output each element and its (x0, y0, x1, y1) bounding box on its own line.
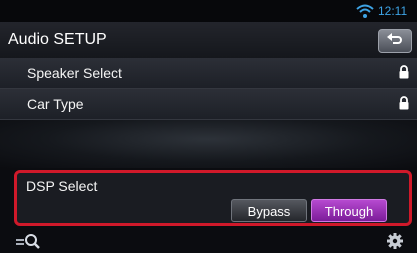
bypass-button[interactable]: Bypass (231, 199, 307, 222)
gear-icon[interactable] (386, 232, 404, 250)
title-bar: Audio SETUP (0, 22, 417, 61)
car-type-item[interactable]: Car Type (0, 89, 417, 120)
lock-icon[interactable] (399, 65, 409, 79)
lock-icon[interactable] (399, 96, 409, 110)
bottom-bar (0, 229, 417, 253)
through-button[interactable]: Through (311, 199, 387, 222)
status-bar: 12:11 (0, 0, 417, 22)
speaker-select-item[interactable]: Speaker Select (0, 58, 417, 89)
page-title: Audio SETUP (8, 31, 107, 48)
back-button[interactable] (378, 29, 412, 53)
car-type-label: Car Type (27, 96, 84, 112)
clock: 12:11 (378, 4, 408, 18)
speaker-select-label: Speaker Select (27, 65, 122, 81)
dsp-select-label: DSP Select (26, 178, 98, 194)
back-icon (387, 33, 402, 44)
search-icon[interactable] (16, 232, 42, 250)
background-artwork (0, 120, 417, 168)
dsp-select-panel: DSP Select Bypass Through (14, 170, 412, 226)
wifi-icon (356, 4, 374, 18)
